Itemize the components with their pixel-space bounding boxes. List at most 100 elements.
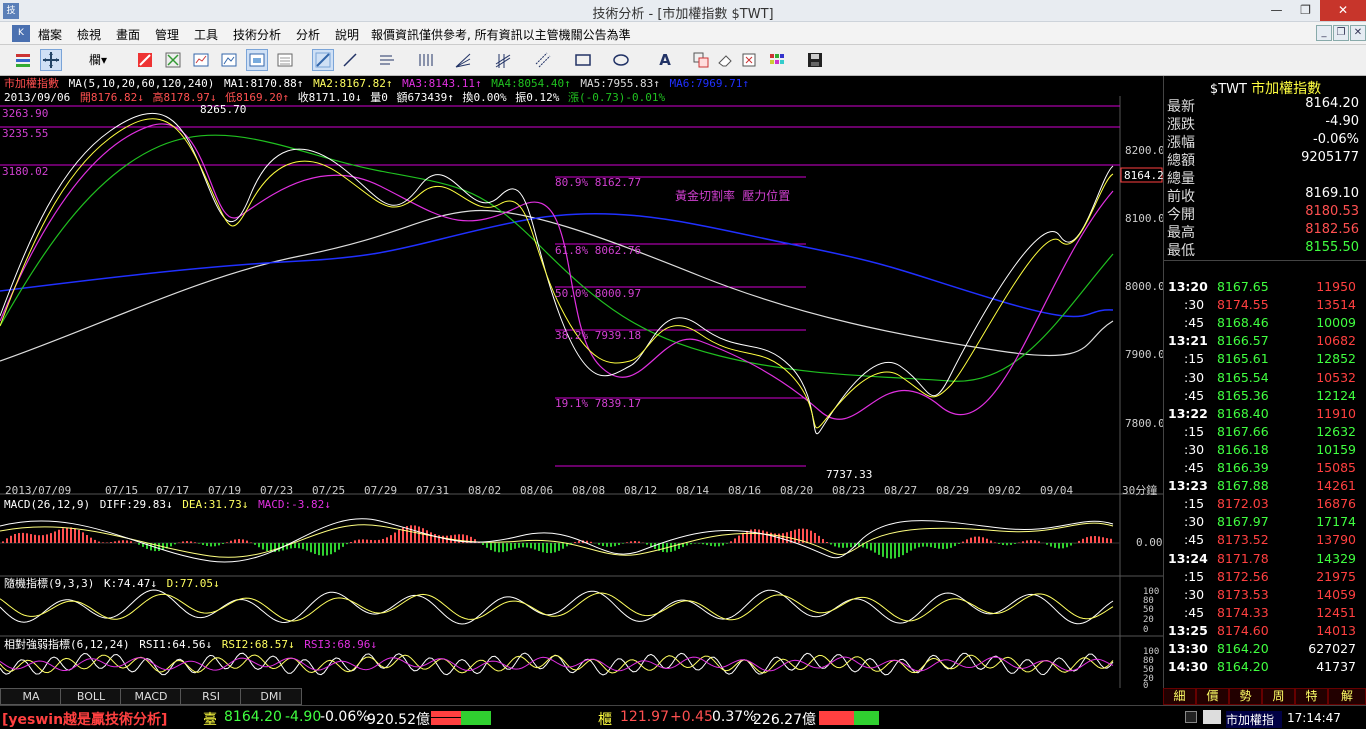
price-tick-8200: 8200.0 <box>1125 144 1163 157</box>
macd-bar <box>174 543 176 545</box>
tick-price: 8173.53 <box>1217 586 1269 602</box>
macd-bar <box>782 533 784 543</box>
menu-screen[interactable]: 畫面 <box>116 26 140 43</box>
quote-row-label: 漲跌 <box>1167 117 1195 133</box>
macd-bar <box>1102 537 1104 543</box>
channel-tool-icon[interactable] <box>492 49 522 71</box>
tick-row: :30 8174.55 13514 <box>1164 297 1356 315</box>
macd-bar <box>170 543 172 547</box>
menu-manage[interactable]: 管理 <box>155 26 179 43</box>
kd-axis-50: 50 <box>1143 605 1154 615</box>
menu-analysis[interactable]: 分析 <box>296 26 320 43</box>
tab-explain[interactable]: 解 <box>1328 688 1366 705</box>
macd-bar <box>614 543 616 547</box>
quote-panel: $TWT 市加權指數 最新 8164.20 漲跌 -4.90 漲幅 -0.06% 總額 920… <box>1163 76 1366 688</box>
menu-tools[interactable]: 工具 <box>194 26 218 43</box>
macd-bar <box>62 528 64 543</box>
delete-drawing-icon[interactable] <box>738 49 760 71</box>
indicator-panel-icon[interactable] <box>274 49 296 71</box>
maximize-button[interactable]: ❐ <box>1291 0 1320 21</box>
color-palette-icon[interactable] <box>766 49 796 71</box>
date-tick: 07/17 <box>156 484 189 497</box>
macd-bar <box>110 542 112 543</box>
tab-boll[interactable]: BOLL <box>60 688 122 705</box>
macd-bar <box>846 543 848 548</box>
parallel-tool-icon[interactable] <box>532 49 562 71</box>
fan-line-tool-icon[interactable] <box>452 49 482 71</box>
draw-select-icon[interactable] <box>312 49 334 71</box>
bar-chart-icon[interactable] <box>162 49 184 71</box>
menu-file[interactable]: 檔案 <box>38 26 62 43</box>
mdi-close-button[interactable]: ✕ <box>1350 25 1366 41</box>
tick-time: :30 <box>1184 441 1205 457</box>
vertical-line-tool-icon[interactable] <box>414 49 444 71</box>
macd-bar <box>102 542 104 543</box>
macd-bar <box>550 543 552 554</box>
tick-time: :30 <box>1184 297 1205 313</box>
quote-row-value: 8180.53 <box>1305 204 1359 219</box>
tick-price: 8167.66 <box>1217 423 1269 439</box>
tab-macd[interactable]: MACD <box>120 688 182 705</box>
macd-bar <box>522 543 524 548</box>
tab-rsi[interactable]: RSI <box>180 688 242 705</box>
tab-detail[interactable]: 細 <box>1163 688 1196 705</box>
macd-bar <box>122 540 124 543</box>
crosshair-icon[interactable] <box>40 49 62 71</box>
macd-bar <box>258 543 260 548</box>
document-icon[interactable]: K <box>12 25 30 42</box>
price-chart[interactable]: 市加權指數 MA(5,10,20,60,120,240) MA1:8170.88… <box>0 76 1163 688</box>
macd-bar <box>710 543 712 546</box>
macd-bar <box>690 543 692 545</box>
tab-week[interactable]: 周 <box>1262 688 1295 705</box>
tab-price[interactable]: 價 <box>1196 688 1229 705</box>
tab-special[interactable]: 特 <box>1295 688 1328 705</box>
tab-dmi[interactable]: DMI <box>240 688 302 705</box>
status-indicator-icon <box>1185 711 1197 723</box>
copy-drawing-icon[interactable] <box>690 49 712 71</box>
tick-time: :15 <box>1184 568 1205 584</box>
text-tool-icon[interactable]: A <box>650 49 680 71</box>
tick-price: 8164.20 <box>1217 641 1269 656</box>
area-chart-icon[interactable] <box>218 49 240 71</box>
macd-bar <box>662 543 664 552</box>
ellipse-tool-icon[interactable] <box>610 49 640 71</box>
tick-time: :45 <box>1184 387 1205 403</box>
period-dropdown[interactable]: 欄▾ <box>78 49 118 71</box>
overlay-chart-icon[interactable] <box>246 49 268 71</box>
tick-row: 13:21 8166.57 10682 <box>1164 333 1356 351</box>
chart-settings-icon[interactable] <box>12 49 34 71</box>
candle-chart-icon[interactable] <box>134 49 156 71</box>
tick-volume: 15085 <box>1316 460 1356 475</box>
macd-bar <box>186 541 188 543</box>
horizontal-line-tool-icon[interactable] <box>376 49 406 71</box>
rsi-axis-0: 0 <box>1143 681 1148 688</box>
tab-ma[interactable]: MA <box>0 688 62 705</box>
mdi-restore-button[interactable]: ❐ <box>1333 25 1349 41</box>
trendline-tool-icon[interactable] <box>340 49 370 71</box>
macd-bar <box>214 543 216 547</box>
menu-technical-analysis[interactable]: 技術分析 <box>233 26 281 43</box>
rectangle-tool-icon[interactable] <box>572 49 602 71</box>
mdi-minimize-button[interactable]: _ <box>1316 25 1332 41</box>
macd-bar <box>882 543 884 557</box>
kd-legend: 隨機指標(9,3,3) K:74.47↓ D:77.05↓ <box>4 576 220 590</box>
eraser-icon[interactable] <box>714 49 736 71</box>
tick-row: 13:30 8164.20 627027 <box>1164 641 1356 659</box>
menu-view[interactable]: 檢視 <box>77 26 101 43</box>
macd-bar <box>638 541 640 543</box>
menu-disclaimer: 報價資訊僅供參考, 所有資訊以主管機關公告為準 <box>371 28 631 42</box>
tick-volume: 10532 <box>1316 369 1356 385</box>
minimize-button[interactable]: — <box>1262 0 1291 21</box>
tab-trend[interactable]: 勢 <box>1229 688 1262 705</box>
macd-bar <box>378 539 380 543</box>
status-bar: [yeswin越是贏技術分析] 臺 8164.20 -4.90 -0.06% 9… <box>0 705 1366 729</box>
macd-bar <box>426 530 428 543</box>
save-icon[interactable] <box>804 49 834 71</box>
rsi-legend: 相對強弱指標(6,12,24) RSI1:64.56↓ RSI2:68.57↓ … <box>4 637 377 651</box>
close-button[interactable]: ✕ <box>1320 0 1366 21</box>
menu-help[interactable]: 說明 <box>335 26 359 43</box>
chart-area[interactable]: 市加權指數 MA(5,10,20,60,120,240) MA1:8170.88… <box>0 76 1163 688</box>
quote-row-label: 總量 <box>1167 171 1195 187</box>
line-chart-icon[interactable] <box>190 49 212 71</box>
quote-header: $TWT 市加權指數 <box>1164 78 1366 97</box>
